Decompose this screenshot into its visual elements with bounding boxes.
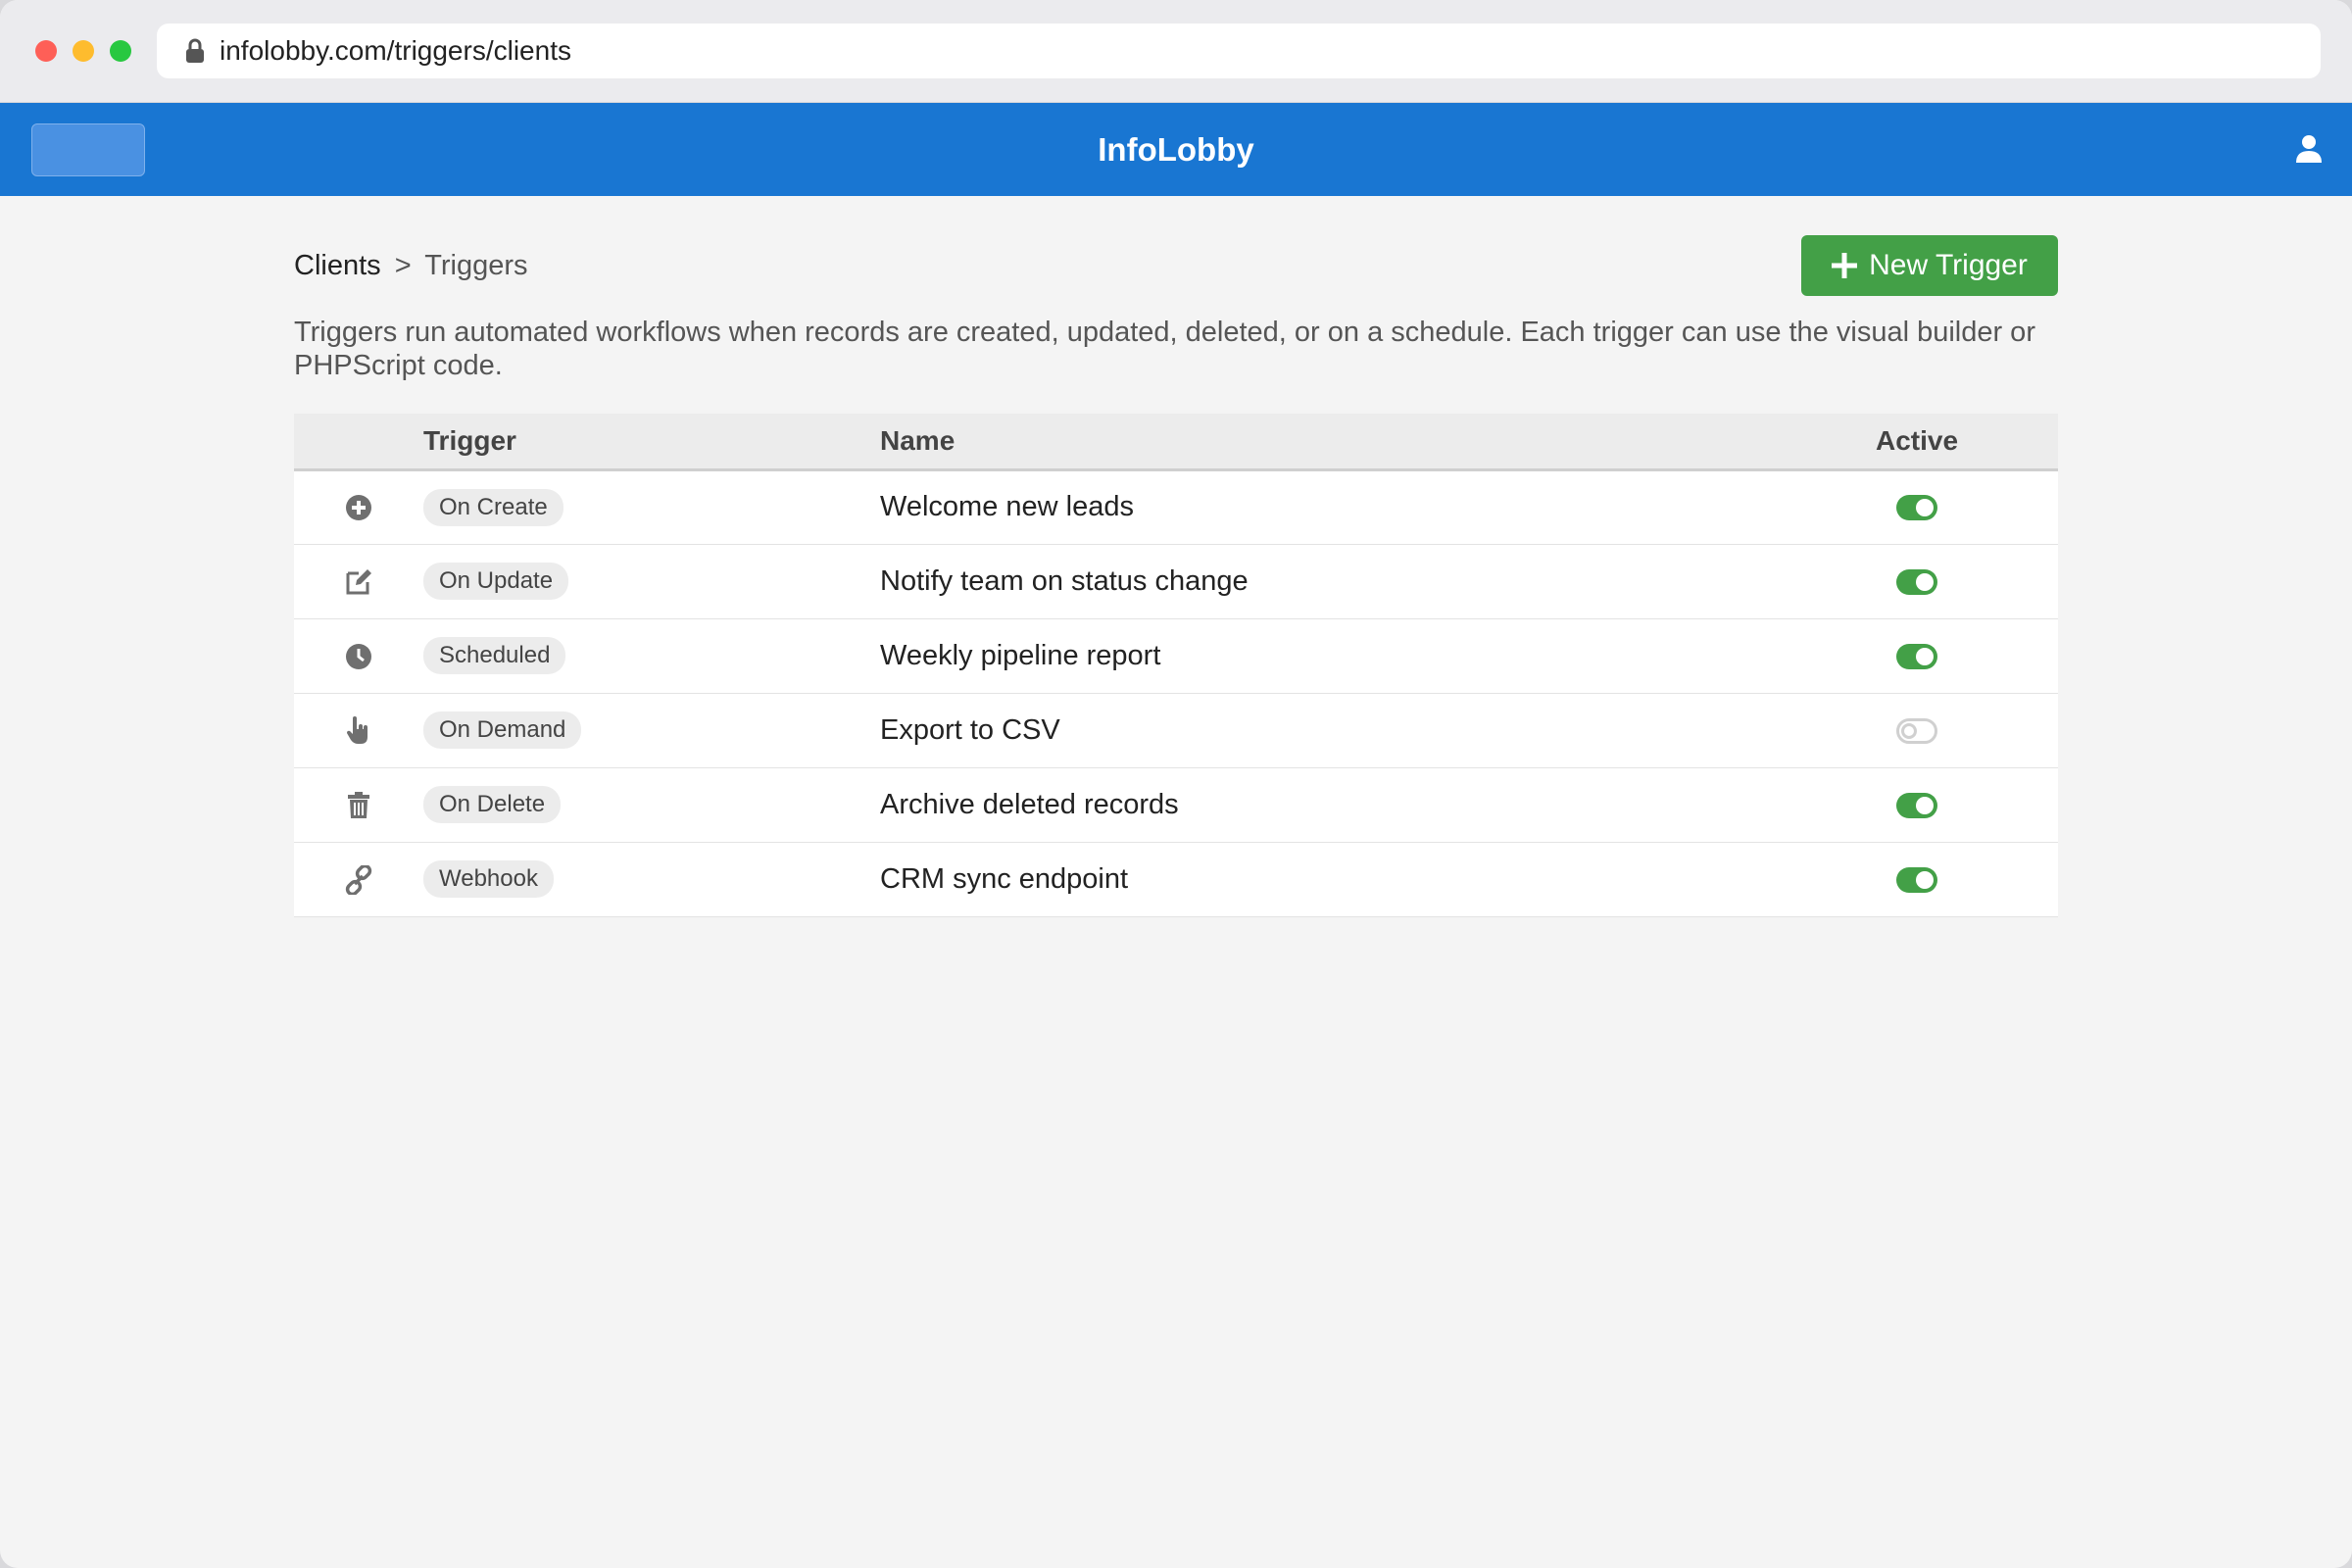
- breadcrumb: Clients > Triggers: [294, 250, 527, 282]
- trigger-name[interactable]: Export to CSV: [880, 693, 1776, 767]
- trigger-type-badge: On Create: [423, 488, 564, 526]
- header-active: Active: [1875, 424, 1959, 456]
- header-trigger: Trigger: [423, 424, 516, 456]
- breadcrumb-separator: >: [394, 249, 412, 281]
- minimize-window-button[interactable]: [73, 40, 94, 62]
- active-toggle[interactable]: [1896, 717, 1937, 744]
- trigger-name[interactable]: Welcome new leads: [880, 469, 1776, 544]
- breadcrumb-current: Triggers: [424, 249, 528, 281]
- active-toggle[interactable]: [1896, 792, 1937, 818]
- page-header: Clients > Triggers New Trigger: [294, 235, 2058, 296]
- main-content: Clients > Triggers New Trigger Triggers …: [294, 235, 2058, 917]
- plus-icon: [1832, 253, 1858, 278]
- breadcrumb-parent[interactable]: Clients: [294, 250, 381, 281]
- trigger-type-badge: Webhook: [423, 860, 554, 898]
- page-description: Triggers run automated workflows when re…: [294, 317, 2035, 381]
- table-row[interactable]: On Demand Export to CSV: [294, 693, 2058, 767]
- address-bar[interactable]: infolobby.com/triggers/clients: [157, 24, 2321, 78]
- table-row[interactable]: On Create Welcome new leads: [294, 469, 2058, 544]
- new-trigger-button[interactable]: New Trigger: [1801, 235, 2058, 296]
- clock-icon: [346, 643, 371, 669]
- plus-circle-icon: [346, 495, 371, 521]
- table-header-row: Trigger Name Active: [294, 414, 2058, 469]
- new-trigger-label: New Trigger: [1869, 249, 2028, 281]
- table-row[interactable]: Scheduled Weekly pipeline report: [294, 618, 2058, 693]
- app-title: InfoLobby: [1098, 130, 1254, 168]
- lock-icon: [186, 38, 204, 63]
- trigger-type-badge: On Update: [423, 563, 569, 600]
- trigger-type-badge: On Delete: [423, 786, 562, 823]
- trigger-name[interactable]: Notify team on status change: [880, 544, 1776, 618]
- url-text: infolobby.com/triggers/clients: [220, 35, 571, 66]
- active-toggle[interactable]: [1896, 568, 1937, 595]
- browser-chrome: infolobby.com/triggers/clients: [0, 0, 2352, 103]
- trigger-type-badge: Scheduled: [423, 637, 566, 674]
- app-header: InfoLobby: [0, 103, 2352, 196]
- link-icon: [345, 864, 372, 895]
- close-window-button[interactable]: [35, 40, 57, 62]
- header-icon-column: [294, 414, 423, 469]
- user-icon[interactable]: [2295, 134, 2323, 164]
- trash-icon: [348, 791, 369, 818]
- menu-button[interactable]: [31, 123, 145, 176]
- triggers-table: Trigger Name Active On Create Welcome ne…: [294, 414, 2058, 917]
- trigger-name[interactable]: CRM sync endpoint: [880, 842, 1776, 916]
- table-row[interactable]: Webhook CRM sync endpoint: [294, 842, 2058, 916]
- header-name: Name: [880, 424, 956, 456]
- trigger-name[interactable]: Weekly pipeline report: [880, 618, 1776, 693]
- active-toggle[interactable]: [1896, 866, 1937, 893]
- browser-window: infolobby.com/triggers/clients InfoLobby…: [0, 0, 2352, 1568]
- trigger-type-badge: On Demand: [423, 711, 582, 749]
- trigger-name[interactable]: Archive deleted records: [880, 767, 1776, 842]
- active-toggle[interactable]: [1896, 643, 1937, 669]
- maximize-window-button[interactable]: [110, 40, 131, 62]
- edit-icon: [346, 568, 371, 595]
- window-controls: [35, 40, 131, 62]
- active-toggle[interactable]: [1896, 495, 1937, 521]
- pointer-hand-icon: [346, 715, 368, 744]
- table-row[interactable]: On Delete Archive deleted records: [294, 767, 2058, 842]
- table-row[interactable]: On Update Notify team on status change: [294, 544, 2058, 618]
